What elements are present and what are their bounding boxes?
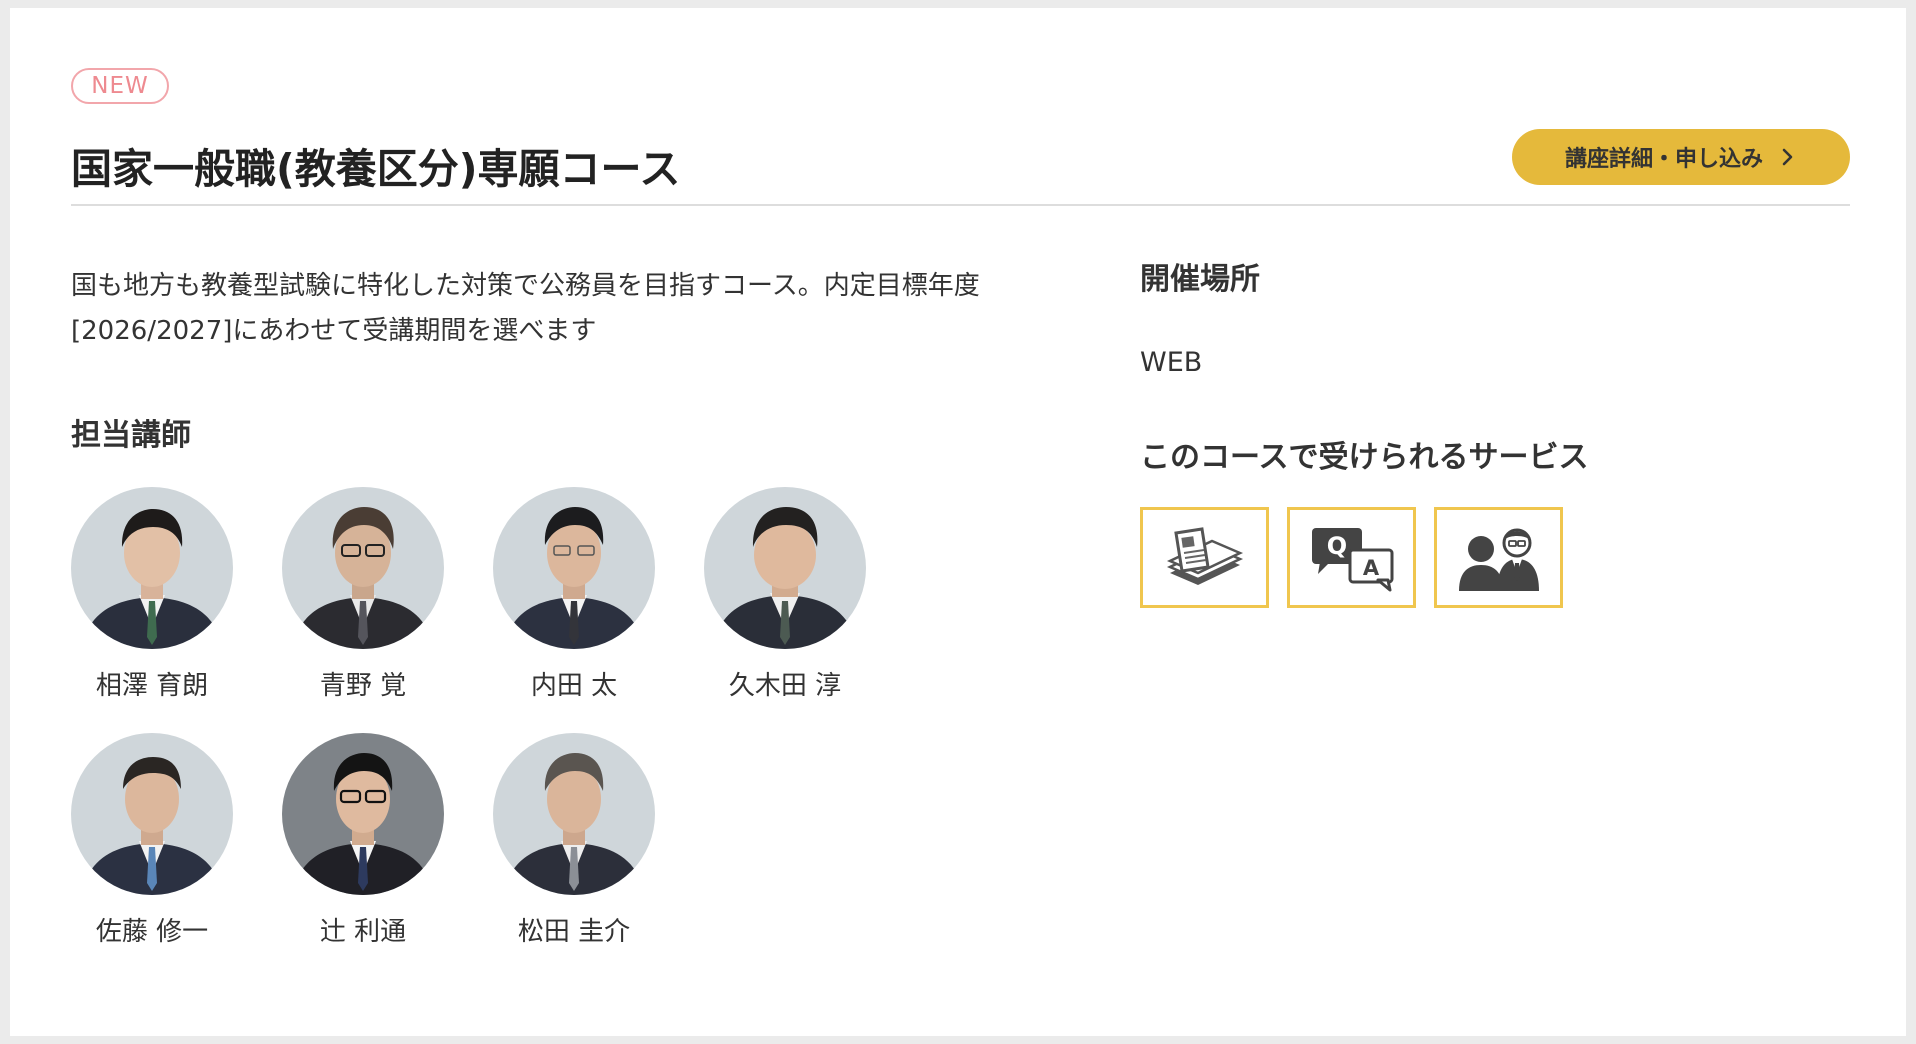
services-heading: このコースで受けられるサービス [1140,440,1589,475]
instructor-card[interactable]: 松田 圭介 [493,733,655,948]
course-card: NEW 国家一般職(教養区分)専願コース 講座詳細・申し込み 国も地方も教養型試… [10,8,1906,1036]
instructor-card[interactable]: 辻 利通 [282,733,444,948]
service-consultation[interactable] [1434,507,1563,608]
instructor-card[interactable]: 佐藤 修一 [71,733,233,948]
svg-text:Q: Q [1326,532,1346,560]
qa-chat-icon: Q A [1311,527,1393,591]
instructor-photo [704,487,866,649]
course-description: 国も地方も教養型試験に特化した対策で公務員を目指すコース。内定目標年度[2026… [71,271,980,346]
instructor-card[interactable]: 相澤 育朗 [71,487,233,702]
instructor-name: 青野 覚 [319,671,407,701]
instructor-card[interactable]: 青野 覚 [282,487,444,702]
instructor-name: 辻 利通 [319,917,407,947]
instructor-photo [71,487,233,649]
instructor-photo [282,487,444,649]
venue-heading: 開催場所 [1140,262,1260,297]
cta-label: 講座詳細・申し込み [1564,147,1763,172]
svg-text:A: A [1362,556,1379,580]
instructor-name: 松田 圭介 [517,917,631,947]
textbook-icon [1166,526,1243,585]
instructor-photo [282,733,444,895]
instructor-name: 佐藤 修一 [95,917,209,947]
course-title: 国家一般職(教養区分)専願コース [71,145,681,193]
instructor-photo [493,733,655,895]
instructors-heading: 担当講師 [71,418,191,453]
venue-value: WEB [1140,347,1203,378]
instructor-name: 相澤 育朗 [95,671,209,701]
title-divider [71,204,1850,206]
instructor-photo [71,733,233,895]
instructor-photo [493,487,655,649]
chevron-right-icon [1782,148,1793,166]
instructor-name: 久木田 淳 [728,671,842,701]
service-textbook[interactable] [1140,507,1269,608]
instructor-card[interactable]: 内田 太 [493,487,655,702]
new-badge: NEW [71,68,169,104]
instructor-name: 内田 太 [530,671,618,701]
consultation-icon [1458,528,1539,591]
instructor-card[interactable]: 久木田 淳 [704,487,866,702]
course-detail-apply-button[interactable]: 講座詳細・申し込み [1512,129,1850,185]
service-qa[interactable]: Q A [1287,507,1416,608]
